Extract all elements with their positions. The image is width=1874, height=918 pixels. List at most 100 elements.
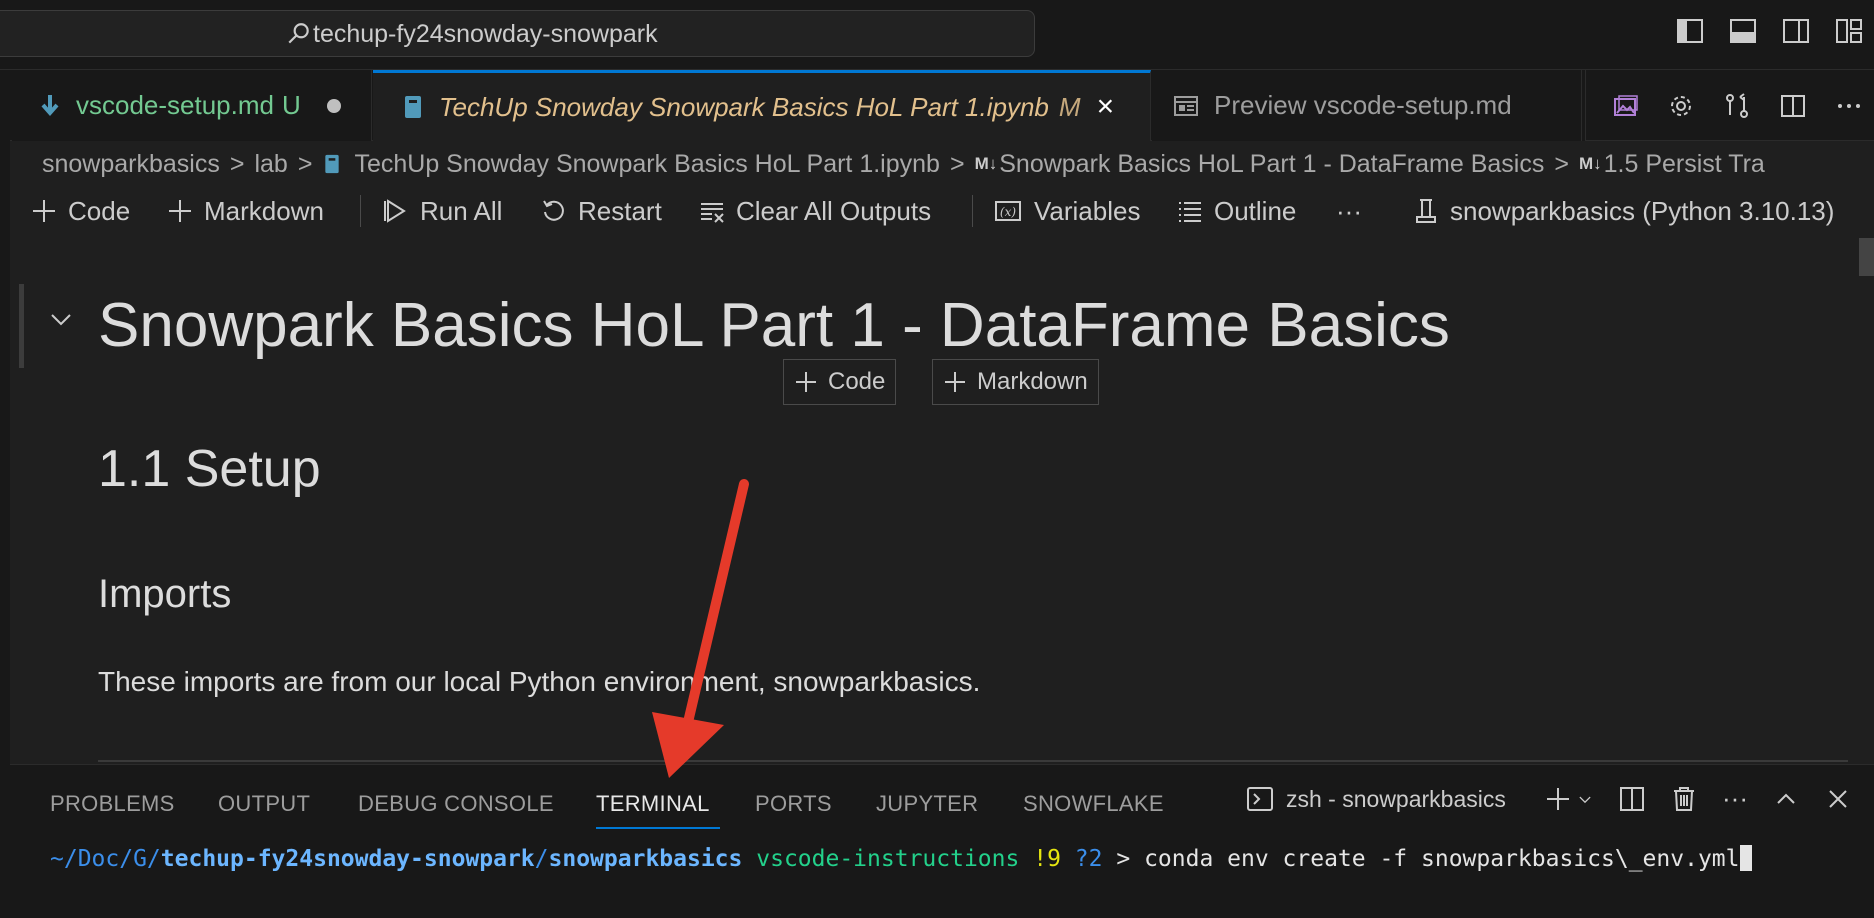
git-branch: vscode-instructions: [756, 846, 1020, 872]
toolbar-more-button[interactable]: ···: [1336, 193, 1362, 229]
markdown-file-icon: [41, 94, 59, 116]
tab-label: vscode-setup.md: [76, 90, 274, 120]
more-icon: ···: [1336, 195, 1362, 226]
command-center-text: techup-fy24snowday-snowpark: [313, 20, 658, 48]
unsaved-dot-icon[interactable]: [326, 98, 341, 113]
button-label: Clear All Outputs: [736, 195, 932, 226]
breadcrumb-item[interactable]: 1.5 Persist Tra: [1604, 150, 1765, 179]
button-label: Run All: [420, 195, 503, 226]
tab-preview-vscode-setup[interactable]: Preview vscode-setup.md: [1152, 70, 1586, 141]
notebook-paragraph: These imports are from our local Python …: [98, 666, 981, 697]
toggle-primary-sidebar-icon[interactable]: [1675, 16, 1705, 46]
button-label: Code: [828, 368, 886, 395]
more-actions-icon[interactable]: [1834, 91, 1864, 121]
breadcrumb-item[interactable]: TechUp Snowday Snowpark Basics HoL Part …: [354, 150, 940, 179]
breadcrumb-item[interactable]: snowparkbasics: [42, 150, 220, 179]
split-editor-icon[interactable]: [1778, 91, 1808, 121]
git-untracked-count: ?2: [1074, 846, 1103, 872]
editor-scrollbar[interactable]: [1859, 238, 1874, 276]
plus-icon: [796, 372, 816, 392]
chevron-down-icon[interactable]: [48, 306, 74, 332]
title-bar: techup-fy24snowday-snowpark: [0, 0, 1874, 70]
close-panel-icon[interactable]: [1824, 785, 1852, 813]
button-label: Restart: [578, 195, 662, 226]
tab-debug-console[interactable]: DEBUG CONSOLE: [358, 791, 554, 817]
tab-label: TechUp Snowday Snowpark Basics HoL Part …: [439, 91, 1049, 122]
chevron-right-icon: >: [949, 149, 965, 178]
button-label: Code: [68, 195, 131, 226]
plus-icon: [169, 200, 191, 222]
bottom-panel: PROBLEMS OUTPUT DEBUG CONSOLE TERMINAL P…: [10, 764, 1874, 918]
add-markdown-cell-button[interactable]: Markdown: [166, 193, 324, 229]
run-all-button[interactable]: Run All: [382, 193, 502, 229]
markdown-heading-icon: M↓: [974, 154, 998, 173]
prompt-path-separator: /: [534, 846, 549, 872]
git-status-badge: M: [1058, 91, 1081, 122]
more-icon[interactable]: ···: [1722, 783, 1748, 814]
notebook-toolbar: Code Markdown Run All Restart Clear All …: [0, 187, 1874, 235]
toggle-panel-icon[interactable]: [1728, 16, 1758, 46]
terminal-icon: [1247, 787, 1273, 811]
notebook-heading-2: 1.1 Setup: [98, 440, 321, 498]
terminal-name: zsh - snowparkbasics: [1286, 785, 1506, 812]
maximize-panel-icon[interactable]: [1772, 785, 1800, 813]
new-terminal-icon[interactable]: [1544, 785, 1572, 813]
notebook-file-icon: [405, 96, 421, 118]
breadcrumb: snowparkbasics > lab > TechUp Snowday Sn…: [0, 141, 1874, 187]
kernel-icon: [1416, 199, 1436, 223]
breadcrumb-item[interactable]: lab: [254, 150, 287, 179]
active-tab-indicator: [596, 827, 720, 829]
toolbar-divider: [360, 195, 361, 227]
chevron-right-icon: >: [1554, 149, 1569, 178]
notebook-file-icon: [325, 154, 340, 174]
button-label: Outline: [1214, 195, 1297, 226]
customize-layout-icon[interactable]: [1834, 16, 1864, 46]
insert-code-cell-button[interactable]: Code: [783, 359, 897, 405]
clear-outputs-icon: [701, 203, 724, 223]
tab-terminal[interactable]: TERMINAL: [596, 791, 710, 817]
tab-problems[interactable]: PROBLEMS: [50, 791, 175, 817]
outline-button[interactable]: Outline: [1176, 193, 1296, 229]
button-label: Markdown: [977, 368, 1088, 395]
kernel-picker-button[interactable]: snowparkbasics (Python 3.10.13): [1412, 193, 1834, 229]
command-center-search[interactable]: techup-fy24snowday-snowpark: [0, 10, 1035, 57]
terminal-command: conda env create -f snowparkbasics\_env.…: [1144, 846, 1740, 872]
kernel-label: snowparkbasics (Python 3.10.13): [1450, 195, 1835, 226]
tab-ports[interactable]: PORTS: [755, 791, 832, 817]
cell-focus-indicator: [19, 284, 24, 368]
prompt-path-prefix: ~/Doc/G/: [50, 846, 161, 872]
search-icon: [288, 23, 309, 44]
tab-snowflake[interactable]: SNOWFLAKE: [1023, 791, 1164, 817]
tab-vscode-setup-md[interactable]: vscode-setup.md U: [12, 70, 372, 141]
trash-icon[interactable]: [1670, 785, 1698, 813]
toolbar-divider: [972, 195, 973, 227]
prompt-path-repo: techup-fy24snowday-snowpark: [160, 846, 535, 872]
activity-bar-edge: [0, 70, 10, 918]
gear-icon[interactable]: [1666, 91, 1696, 121]
image-preview-icon[interactable]: [1610, 91, 1640, 121]
preview-icon: [1174, 95, 1198, 116]
tab-jupyter[interactable]: JUPYTER: [876, 791, 978, 817]
plus-icon: [945, 372, 965, 392]
toggle-secondary-sidebar-icon[interactable]: [1781, 16, 1811, 46]
chevron-right-icon: >: [297, 149, 313, 178]
breadcrumb-item[interactable]: Snowpark Basics HoL Part 1 - DataFrame B…: [999, 150, 1544, 179]
add-code-cell-button[interactable]: Code: [30, 193, 130, 229]
open-changes-icon[interactable]: [1722, 91, 1752, 121]
variables-button[interactable]: (x) Variables: [992, 193, 1140, 229]
insert-markdown-cell-button[interactable]: Markdown: [932, 359, 1099, 405]
terminal-selector[interactable]: zsh - snowparkbasics: [1246, 785, 1506, 813]
restart-button[interactable]: Restart: [540, 193, 662, 229]
split-terminal-icon[interactable]: [1618, 785, 1646, 813]
chevron-down-icon[interactable]: [1576, 785, 1594, 813]
close-icon[interactable]: ×: [1097, 90, 1115, 124]
outline-icon: [1179, 202, 1201, 222]
clear-all-outputs-button[interactable]: Clear All Outputs: [698, 193, 931, 229]
git-status-badge: U: [281, 90, 301, 120]
terminal-prompt-line[interactable]: ~/Doc/G/techup-fy24snowday-snowpark/snow…: [50, 845, 1752, 872]
terminal-cursor: [1739, 845, 1752, 871]
plus-icon: [33, 200, 55, 222]
tab-notebook-ipynb[interactable]: TechUp Snowday Snowpark Basics HoL Part …: [373, 70, 1151, 141]
notebook-heading-1: Snowpark Basics HoL Part 1 - DataFrame B…: [98, 291, 1450, 360]
tab-output[interactable]: OUTPUT: [218, 791, 310, 817]
